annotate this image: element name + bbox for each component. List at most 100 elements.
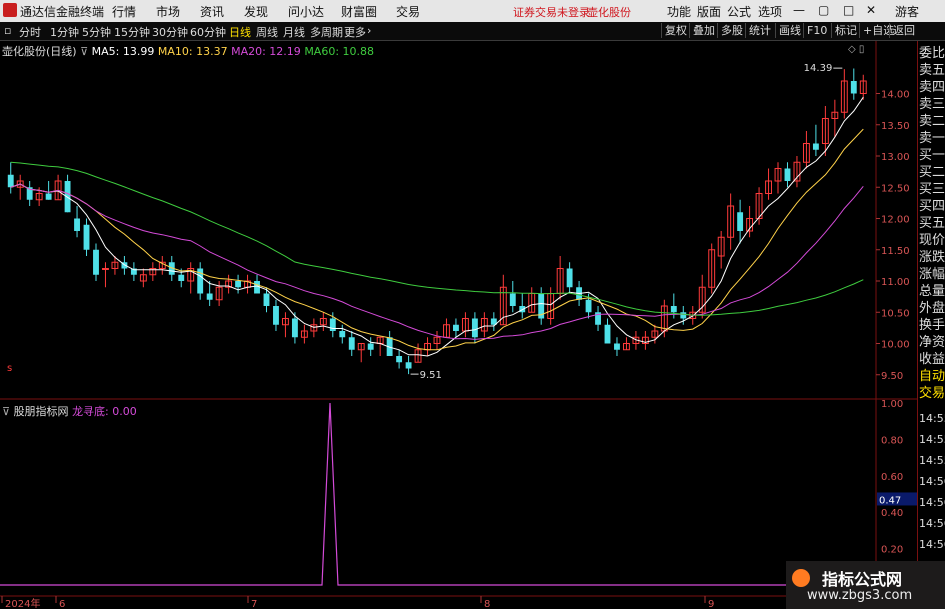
period-intraday[interactable]: 分时 xyxy=(19,24,41,40)
candle-body xyxy=(509,293,516,306)
period-monthly[interactable]: 月线 xyxy=(283,24,305,40)
candle-body xyxy=(93,249,99,275)
toggle-icon[interactable]: ▫ xyxy=(4,24,11,37)
menu-trade[interactable]: 交易 xyxy=(396,3,420,20)
app-title: 通达信金融终端 xyxy=(20,5,105,19)
candle-body xyxy=(206,293,213,300)
date-label: 7 xyxy=(251,599,257,609)
period-1min[interactable]: 1分钟 xyxy=(50,24,79,40)
price-tick-label: 12.00 xyxy=(881,215,910,226)
candle-body xyxy=(273,306,279,325)
menu-options[interactable]: 选项 xyxy=(758,3,782,20)
candle-body xyxy=(64,181,71,213)
more-chevron-icon[interactable]: › xyxy=(367,24,371,37)
menu-function[interactable]: 功能 xyxy=(667,3,691,20)
ma-dropdown-icon[interactable]: ⊽ xyxy=(80,45,88,58)
period-15min[interactable]: 15分钟 xyxy=(114,24,150,40)
kline-chart[interactable]: 14.00 13.50 13.00 12.50 12.00 11.50 11.00 10.50… xyxy=(0,41,917,609)
stock-name-top: 壶化股份 xyxy=(587,6,631,19)
chart-corner-icons[interactable]: ◇ ▯ xyxy=(848,44,864,55)
period-multi[interactable]: 多周期 xyxy=(310,24,343,40)
draw-button[interactable]: 画线 xyxy=(775,23,804,38)
sidebar-label: 涨幅 xyxy=(919,267,945,282)
stats-button[interactable]: 统计 xyxy=(745,23,774,38)
period-60min[interactable]: 60分钟 xyxy=(190,24,226,40)
candle-body xyxy=(329,318,336,331)
period-weekly[interactable]: 周线 xyxy=(256,24,278,40)
ma20-label: MA20: 12.19 xyxy=(231,45,301,58)
indicator-current-label: 0.47 xyxy=(879,495,901,506)
login-warning[interactable]: 证券交易未登录 xyxy=(513,4,590,20)
menu-discover[interactable]: 发现 xyxy=(244,3,268,20)
sidebar-label: 买五 xyxy=(919,216,945,231)
sidebar-label: 总量 xyxy=(919,284,945,299)
price-tick-label: 9.50 xyxy=(881,371,903,382)
sidebar-label: 净资 xyxy=(919,335,945,350)
menu-guest[interactable]: 游客 xyxy=(895,3,919,20)
trade-time: 14:55 xyxy=(919,454,945,467)
price-tick-label: 13.50 xyxy=(881,121,910,132)
sidebar-label: 买二 xyxy=(919,165,945,180)
f10-button[interactable]: F10 xyxy=(803,23,830,38)
restore-icon[interactable]: ▢ xyxy=(818,3,829,17)
watermark-logo-icon xyxy=(792,569,810,587)
indicator-line xyxy=(0,402,876,586)
adjust-button[interactable]: 复权 xyxy=(661,23,690,38)
date-label: 8 xyxy=(484,599,490,609)
period-daily[interactable]: 日线 xyxy=(229,24,251,40)
minimize-icon[interactable]: — xyxy=(793,3,805,17)
menu-ask[interactable]: 问小达 xyxy=(288,3,324,20)
candle-body xyxy=(670,306,677,313)
menu-market[interactable]: 市场 xyxy=(156,3,180,20)
sidebar-label: 买一 xyxy=(919,148,945,163)
menu-news[interactable]: 资讯 xyxy=(200,3,224,20)
ma10-label: MA10: 13.37 xyxy=(157,45,228,58)
sidebar-label: 外盘 xyxy=(919,301,945,316)
sidebar-label[interactable]: 交易 xyxy=(919,385,945,402)
menu-layout[interactable]: 版面 xyxy=(697,3,721,20)
ma20-line xyxy=(10,183,864,340)
period-30min[interactable]: 30分钟 xyxy=(152,24,188,40)
menu-formula[interactable]: 公式 xyxy=(727,3,751,20)
price-tick-label: 10.50 xyxy=(881,308,910,319)
sidebar-label: 委比 xyxy=(919,46,945,61)
candle-body xyxy=(83,224,90,250)
indicator-tick-label: 0.20 xyxy=(881,545,903,556)
candle-body xyxy=(291,318,298,338)
ma5-line xyxy=(10,96,864,357)
candle-body xyxy=(566,268,573,288)
menu-wealth[interactable]: 财富圈 xyxy=(341,3,377,20)
date-label: 2024年 xyxy=(5,597,40,609)
candle-body xyxy=(680,312,687,319)
trade-time: 14:56 xyxy=(919,496,945,509)
sidebar-label: 换手 xyxy=(919,318,945,333)
candle-body xyxy=(178,274,185,281)
back-button[interactable]: 返回 xyxy=(889,23,918,38)
indicator-dropdown-icon[interactable]: ⊽ xyxy=(2,405,10,418)
candle-body xyxy=(263,293,270,306)
date-label: 6 xyxy=(59,599,65,609)
quote-sidebar: 委比 卖五 卖四 卖三 卖二 卖一 买一 买二 买三 买四 买五 现价 涨跌 涨幅 总量 外盘 换手 净资 收益 自动… xyxy=(917,41,945,609)
mark-button[interactable]: 标记 xyxy=(831,23,860,38)
indicator-tick-label: 0.60 xyxy=(881,472,903,483)
multi-stock-button[interactable]: 多股 xyxy=(717,23,746,38)
candle-body xyxy=(102,268,109,270)
menu-quotes[interactable]: 行情 xyxy=(112,3,136,20)
candle-body xyxy=(784,168,791,181)
candle-body xyxy=(7,174,14,188)
candle-body xyxy=(367,343,374,350)
sidebar-label[interactable]: 自动 xyxy=(919,368,945,385)
maximize-icon[interactable]: □ xyxy=(843,3,854,17)
indicator-tick-label: 1.00 xyxy=(881,399,903,410)
sidebar-label: 收益 xyxy=(919,352,945,367)
chart-title: 壶化股份(日线) xyxy=(2,45,77,58)
overlay-button[interactable]: 叠加 xyxy=(689,23,718,38)
candle-body xyxy=(348,337,355,350)
price-tick-label: 13.00 xyxy=(881,152,910,163)
period-more[interactable]: 更多 xyxy=(344,24,366,40)
period-5min[interactable]: 5分钟 xyxy=(82,24,111,40)
high-price-label: 14.39 xyxy=(804,63,833,74)
sidebar-label: 买四 xyxy=(919,199,945,214)
sidebar-label: 卖三 xyxy=(919,97,945,112)
close-icon[interactable]: ✕ xyxy=(866,3,876,17)
